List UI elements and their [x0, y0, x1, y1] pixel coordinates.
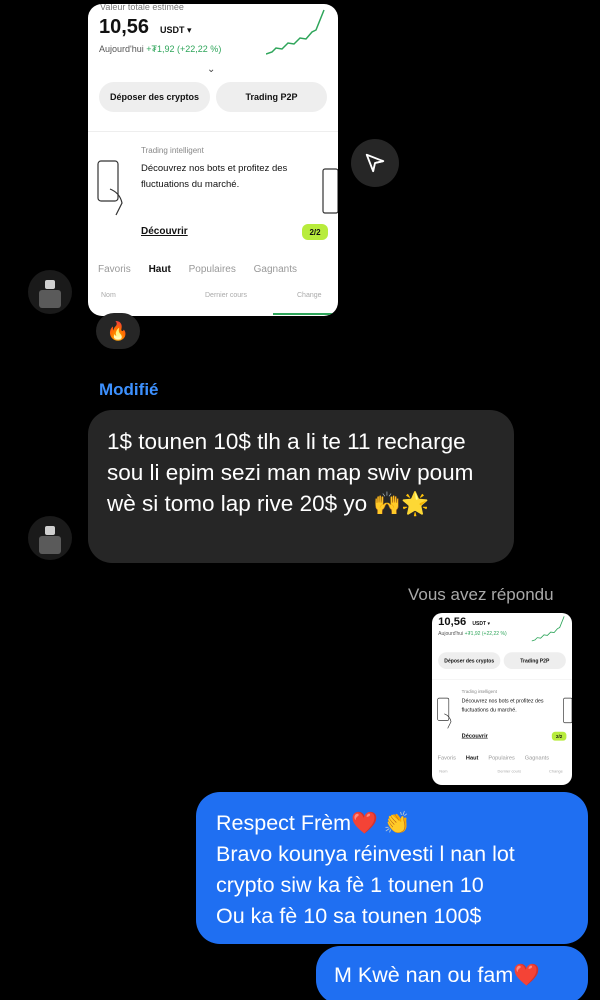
- market-tabs: Favoris Haut Populaires Gagnants: [98, 264, 312, 275]
- shared-screenshot-card[interactable]: Valeur totale estimée 10,56 USDT ▾ Aujou…: [88, 4, 338, 316]
- avatar[interactable]: [28, 270, 72, 314]
- avatar[interactable]: [28, 516, 72, 560]
- today-label: Aujourd'hui: [99, 44, 144, 54]
- scroll-indicator: [273, 313, 333, 315]
- share-button[interactable]: [351, 139, 399, 187]
- avatar-figure: [39, 290, 61, 308]
- incoming-message-text: 1$ tounen 10$ tlh a li te 11 recharge so…: [107, 429, 474, 516]
- phone-illustration-icon: [322, 168, 338, 214]
- column-name: Nom: [101, 292, 116, 299]
- outgoing-message-line: Ou ka fè 10 sa tounen 100$: [216, 904, 482, 928]
- column-last-price: Dernier cours: [205, 292, 248, 299]
- currency-unit: USDT ▾: [472, 620, 490, 626]
- tab-popular: Populaires: [488, 755, 515, 762]
- phone-illustration-icon: [437, 697, 452, 729]
- deposit-crypto-button: Déposer des cryptos: [438, 652, 501, 669]
- emoji: ❤️ 👏: [351, 811, 411, 835]
- today-change-row: Aujourd'hui +₮1,92 (+22,22 %): [438, 630, 506, 636]
- today-change-row: Aujourd'hui +₮1,92 (+22,22 %): [99, 44, 221, 54]
- total-value-label: Valeur totale estimée: [100, 4, 184, 12]
- avatar-figure: [45, 280, 55, 289]
- balance-value: 10,56: [99, 16, 150, 38]
- outgoing-message-text: M Kwè nan ou fam: [334, 963, 514, 987]
- outgoing-message-line: crypto siw ka fè 1 tounen 10: [216, 873, 484, 897]
- divider: [88, 131, 338, 132]
- promo-title: Trading intelligent: [461, 689, 497, 695]
- tab-gainers: Gagnants: [524, 755, 550, 762]
- promo-title: Trading intelligent: [141, 146, 204, 155]
- tab-popular: Populaires: [188, 264, 236, 275]
- currency-unit: USDT ▾: [160, 25, 192, 35]
- balance-value: 10,56: [438, 615, 467, 628]
- today-change: +₮1,92 (+22,22 %): [146, 44, 222, 54]
- tab-top: Haut: [465, 755, 479, 762]
- tab-favorites: Favoris: [98, 264, 131, 275]
- pager-badge: 2/2: [302, 224, 328, 240]
- send-icon: [365, 153, 385, 173]
- today-change: +₮1,92 (+22,22 %): [464, 630, 507, 636]
- pager-badge: 2/2: [551, 731, 567, 741]
- deposit-crypto-button: Déposer des cryptos: [99, 82, 210, 112]
- phone-illustration-icon: [563, 697, 572, 724]
- column-change: Change: [297, 292, 322, 299]
- tab-top: Haut: [148, 264, 171, 275]
- quoted-screenshot-card[interactable]: 10,56 USDT ▾ Aujourd'hui +₮1,92 (+22,22 …: [432, 613, 572, 785]
- p2p-trading-button: Trading P2P: [503, 652, 566, 669]
- tab-favorites: Favoris: [437, 755, 456, 762]
- p2p-trading-button: Trading P2P: [216, 82, 327, 112]
- sparkline-chart: [531, 616, 565, 642]
- divider: [432, 679, 572, 680]
- replied-label: Vous avez répondu: [408, 585, 554, 604]
- market-tabs: Favoris Haut Populaires Gagnants: [438, 755, 558, 761]
- edited-label: Modifié: [99, 380, 159, 399]
- heart-emoji: ❤️: [513, 963, 541, 987]
- outgoing-message-line: Bravo kounya réinvesti l nan lot: [216, 842, 515, 866]
- phone-illustration-icon: [97, 160, 123, 216]
- column-last-price: Dernier cours: [497, 769, 522, 774]
- today-label: Aujourd'hui: [438, 630, 464, 636]
- outgoing-message-bubble[interactable]: M Kwè nan ou fam❤️: [316, 946, 588, 1000]
- incoming-message-bubble[interactable]: 1$ tounen 10$ tlh a li te 11 recharge so…: [88, 410, 514, 563]
- outgoing-message-text: Respect Frèm: [216, 811, 352, 835]
- sparkline-chart: [266, 9, 325, 55]
- fire-reaction[interactable]: 🔥: [96, 313, 140, 349]
- avatar-figure: [45, 526, 55, 535]
- tab-gainers: Gagnants: [253, 264, 298, 275]
- avatar-figure: [39, 536, 61, 554]
- outgoing-message-line: Respect Frèm❤️ 👏: [216, 808, 574, 839]
- discover-link: Découvrir: [141, 226, 188, 237]
- column-name: Nom: [439, 769, 448, 774]
- chevron-down-icon: ⌄: [207, 64, 216, 75]
- promo-body: Découvrez nos bots et profitez des fluct…: [461, 698, 544, 714]
- column-change: Change: [549, 769, 563, 774]
- quoted-screenshot-content: 10,56 USDT ▾ Aujourd'hui +₮1,92 (+22,22 …: [432, 613, 572, 785]
- discover-link: Découvrir: [461, 732, 488, 739]
- outgoing-message-bubble[interactable]: Respect Frèm❤️ 👏 Bravo kounya réinvesti …: [196, 792, 588, 944]
- promo-body: Découvrez nos bots et profitez des fluct…: [141, 163, 288, 190]
